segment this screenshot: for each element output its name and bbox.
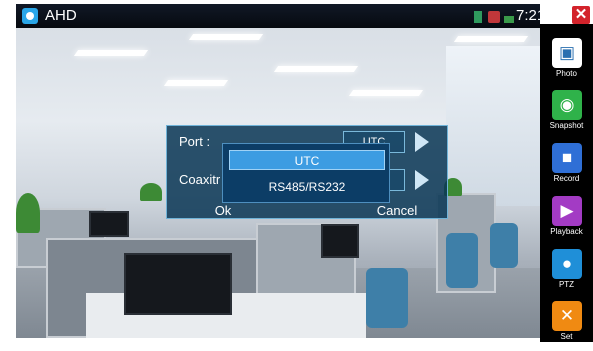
port-dropdown: UTC RS485/RS232 xyxy=(222,143,390,203)
camera-icon: ◉ xyxy=(552,90,582,120)
sidebar-item-record[interactable]: ■ Record xyxy=(540,143,593,193)
port-next-arrow-icon[interactable] xyxy=(415,132,429,152)
sidebar-label: Playback xyxy=(550,227,583,236)
sidebar-label: Photo xyxy=(556,69,577,78)
ptz-camera-icon: ● xyxy=(552,249,582,279)
port-label: Port : xyxy=(179,134,211,149)
plant xyxy=(140,183,162,201)
camera-app-icon xyxy=(22,8,38,24)
sidebar-label: Set xyxy=(560,332,573,341)
sidebar-label: PTZ xyxy=(558,280,575,289)
status-bar: AHD 7:21:31 xyxy=(16,4,540,28)
coaxial-label: Coaxitr xyxy=(179,172,221,187)
ceiling-light xyxy=(348,90,424,96)
cancel-button[interactable]: Cancel xyxy=(367,202,427,222)
play-icon: ▶ xyxy=(552,196,582,226)
ceiling-light xyxy=(273,66,359,72)
ceiling-light xyxy=(163,80,229,86)
monitor xyxy=(124,253,232,315)
dropdown-option-rs485[interactable]: RS485/RS232 xyxy=(229,177,385,197)
office-chair xyxy=(446,233,478,288)
sidebar: ▣ Photo ◉ Snapshot ■ Record ▶ Playback ●… xyxy=(540,24,593,342)
battery-icon xyxy=(504,16,514,23)
coaxial-next-arrow-icon[interactable] xyxy=(415,170,429,190)
ceiling-light xyxy=(188,34,264,40)
sidebar-item-playback[interactable]: ▶ Playback xyxy=(540,196,593,246)
ceiling-light xyxy=(453,36,529,42)
monitor xyxy=(89,211,129,237)
network-icon xyxy=(488,11,500,23)
app-title: AHD xyxy=(45,7,77,24)
device-frame: AHD 7:21:31 xyxy=(0,0,593,342)
close-button[interactable]: ✕ xyxy=(572,6,590,24)
sidebar-item-ptz[interactable]: ● PTZ xyxy=(540,249,593,299)
tools-icon: ✕ xyxy=(552,301,582,331)
photo-icon: ▣ xyxy=(552,38,582,68)
office-chair xyxy=(366,268,408,328)
ok-button[interactable]: Ok xyxy=(203,202,243,222)
sidebar-label: Snapshot xyxy=(549,121,584,130)
sidebar-item-snapshot[interactable]: ◉ Snapshot xyxy=(540,90,593,140)
clock: 7:21:31 xyxy=(516,7,540,24)
screen: AHD 7:21:31 xyxy=(16,4,540,338)
plant xyxy=(16,193,40,233)
dropdown-option-utc[interactable]: UTC xyxy=(229,150,385,170)
monitor xyxy=(321,224,359,258)
ceiling-light xyxy=(73,50,149,56)
sidebar-item-set[interactable]: ✕ Set xyxy=(540,301,593,351)
office-chair xyxy=(490,223,518,268)
sd-card-icon xyxy=(474,11,482,23)
sidebar-label: Record xyxy=(553,174,580,183)
video-camera-icon: ■ xyxy=(552,143,582,173)
sidebar-item-photo[interactable]: ▣ Photo xyxy=(540,38,593,88)
